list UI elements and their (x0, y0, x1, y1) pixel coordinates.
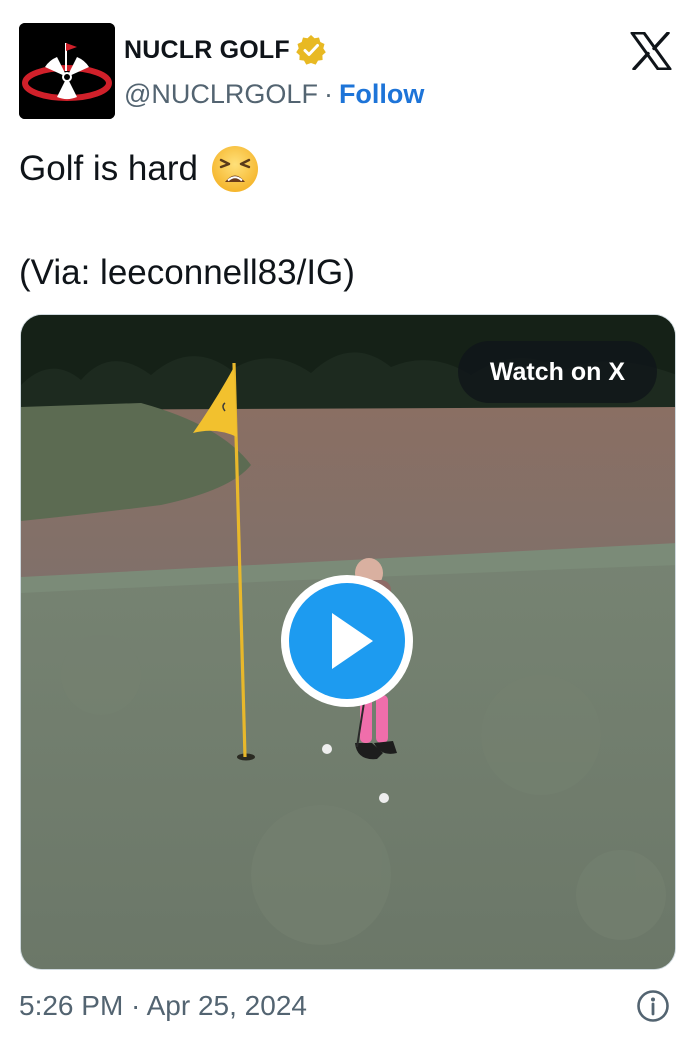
avatar[interactable] (19, 23, 115, 119)
tweet-text-line-2: (Via: leeconnell83/IG) (19, 253, 355, 292)
info-icon[interactable] (636, 989, 670, 1023)
watch-on-x-label: Watch on X (489, 357, 625, 386)
tweet-text-line-1: Golf is hard (19, 149, 198, 188)
separator-dot: · (323, 78, 333, 109)
follow-button[interactable]: Follow (339, 79, 424, 110)
handle-row: @NUCLRGOLF · Follow (124, 77, 424, 111)
tired-face-emoji-icon (211, 146, 258, 192)
tweet-card: NUCLR GOLF @NUCLRGOLF · Follow Golf is h… (0, 0, 696, 1044)
timestamp-link[interactable]: 5:26 PM · Apr 25, 2024 (19, 986, 307, 1026)
tweet-text: Golf is hard (Via: leeconnell83/IG) (19, 140, 669, 302)
video-media[interactable]: Watch on X (20, 314, 676, 970)
author-name-row: NUCLR GOLF (124, 32, 328, 68)
x-logo-icon[interactable] (630, 32, 672, 70)
display-name[interactable]: NUCLR GOLF (124, 36, 290, 65)
nuclr-golf-logo-icon (19, 23, 115, 119)
handle[interactable]: @NUCLRGOLF (124, 79, 318, 110)
watch-on-x-button[interactable]: Watch on X (457, 341, 657, 403)
verified-badge-icon (296, 35, 326, 65)
play-button-icon[interactable] (279, 573, 415, 709)
